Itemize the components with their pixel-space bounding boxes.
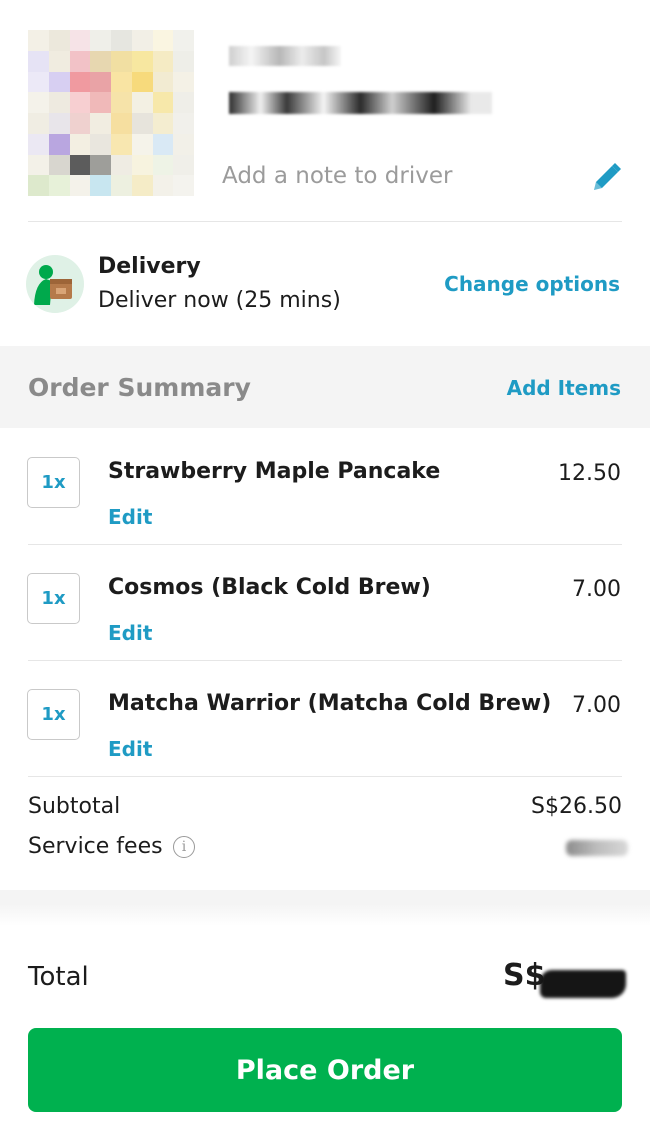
- footer-shadow: [0, 904, 650, 926]
- location-map-thumbnail: [28, 30, 194, 196]
- item-name: Cosmos (Black Cold Brew): [108, 575, 431, 600]
- item-name: Strawberry Maple Pancake: [108, 459, 441, 484]
- order-item: 1x Cosmos (Black Cold Brew) 7.00 Edit: [0, 544, 650, 660]
- service-fees-label: Service fees: [28, 834, 163, 859]
- order-item: 1x Matcha Warrior (Matcha Cold Brew) 7.0…: [0, 660, 650, 776]
- item-price: 7.00: [572, 693, 621, 718]
- subtotal-label: Subtotal: [28, 794, 121, 819]
- total-label: Total: [28, 962, 89, 992]
- add-items-link[interactable]: Add Items: [507, 376, 621, 400]
- note-to-driver-field[interactable]: Add a note to driver: [222, 163, 452, 189]
- delivery-address-section: Add a note to driver: [0, 0, 650, 222]
- item-name: Matcha Warrior (Matcha Cold Brew): [108, 691, 552, 716]
- total-amount-redacted: [540, 970, 626, 998]
- edit-item-link[interactable]: Edit: [108, 505, 152, 529]
- service-fees-value-redacted: [566, 840, 628, 856]
- checkout-page: Add a note to driver Delivery Deliver no…: [0, 0, 650, 1125]
- order-item: 1x Strawberry Maple Pancake 12.50 Edit: [0, 428, 650, 544]
- delivery-method-title: Delivery: [98, 254, 201, 279]
- item-divider: [28, 776, 622, 777]
- section-spacer: [0, 890, 650, 904]
- address-detail-redacted: [229, 92, 492, 114]
- quantity-box[interactable]: 1x: [27, 573, 80, 624]
- edit-item-link[interactable]: Edit: [108, 621, 152, 645]
- subtotal-value: S$26.50: [531, 794, 622, 819]
- pencil-icon[interactable]: [588, 160, 624, 196]
- quantity-box[interactable]: 1x: [27, 689, 80, 740]
- item-price: 12.50: [558, 461, 621, 486]
- delivery-time: Deliver now (25 mins): [98, 288, 341, 313]
- place-order-button[interactable]: Place Order: [28, 1028, 622, 1112]
- change-options-link[interactable]: Change options: [444, 272, 620, 296]
- section-divider: [28, 221, 622, 222]
- quantity-box[interactable]: 1x: [27, 457, 80, 508]
- edit-item-link[interactable]: Edit: [108, 737, 152, 761]
- delivery-rider-icon: [26, 255, 84, 313]
- address-title-redacted: [229, 46, 341, 66]
- order-summary-title: Order Summary: [28, 373, 251, 402]
- info-icon[interactable]: i: [173, 836, 195, 858]
- item-price: 7.00: [572, 577, 621, 602]
